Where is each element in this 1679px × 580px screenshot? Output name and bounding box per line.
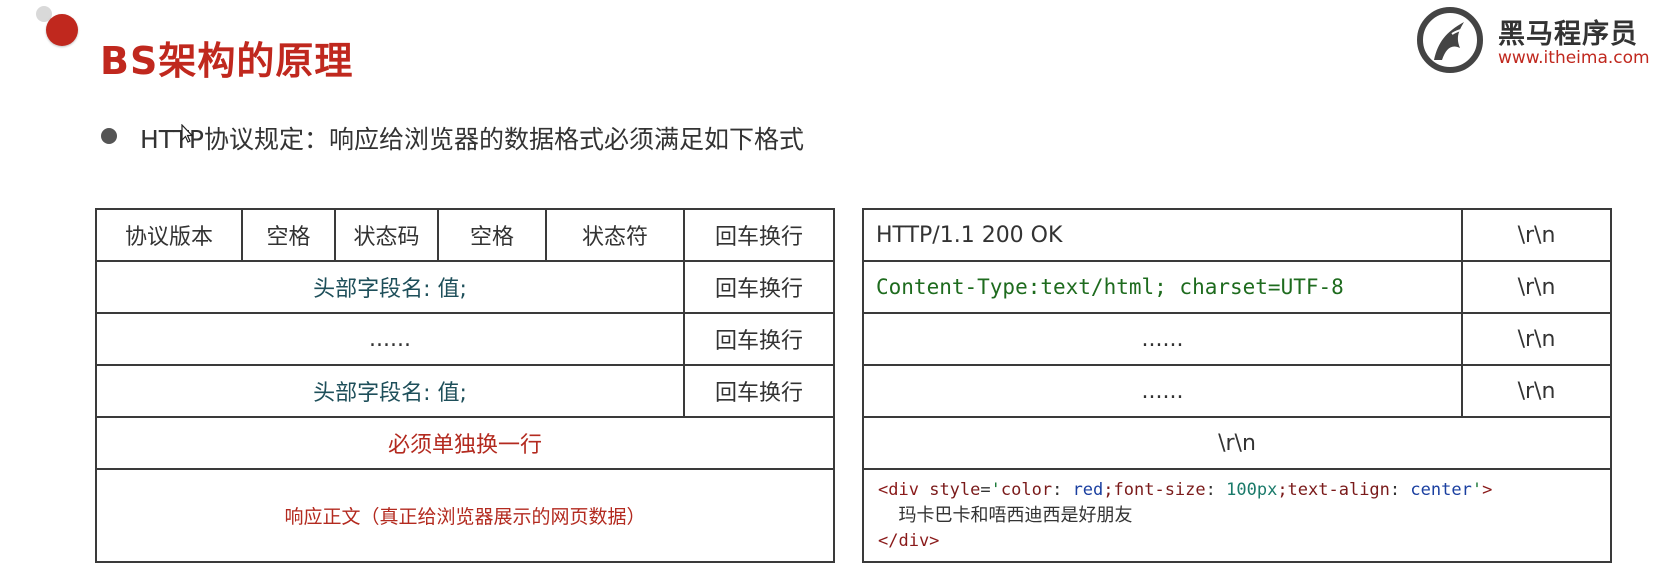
cell-content-type: Content-Type:text/html; charset=UTF-8	[876, 275, 1344, 299]
cell-crlf: \r\n	[1517, 274, 1556, 300]
brand-url: www.itheima.com	[1498, 48, 1650, 68]
code-colon: :	[1205, 480, 1227, 500]
code-prop-value: 100px	[1226, 480, 1278, 500]
cell-status-line: HTTP/1.1 200 OK	[876, 222, 1063, 248]
cell-status-code: 状态码	[353, 225, 420, 250]
cell-response-body: 响应正文（真正给浏览器展示的网页数据）	[284, 506, 646, 528]
bullet-icon	[101, 128, 117, 144]
cell-ellipsis: ......	[1141, 378, 1184, 404]
cell-crlf: 回车换行	[714, 277, 803, 302]
cell-space: 空格	[469, 225, 514, 250]
cell-header-field: 头部字段名: 值;	[313, 277, 467, 302]
cell-crlf: 回车换行	[714, 225, 803, 250]
code-quote: '	[1471, 480, 1483, 500]
code-prop-value: red	[1072, 480, 1104, 500]
brand-name: 黑马程序员	[1498, 19, 1638, 50]
code-text-content: 玛卡巴卡和唔西迪西是好朋友	[898, 505, 1133, 526]
code-tag-end: >	[1482, 480, 1493, 500]
bullet-text: HTTP协议规定：响应给浏览器的数据格式必须满足如下格式	[140, 125, 804, 154]
cell-ellipsis: ......	[369, 326, 411, 352]
cell-crlf: 回车换行	[714, 329, 803, 354]
cell-header-field: 头部字段名: 值;	[313, 381, 467, 406]
code-prop-name: ;text-align	[1277, 480, 1390, 500]
cell-crlf: \r\n	[1517, 378, 1556, 404]
horse-logo-icon	[1417, 7, 1483, 73]
cell-space: 空格	[266, 225, 311, 250]
code-snippet: <div style='color: red;font-size: 100px;…	[878, 478, 1492, 554]
brand-logo: 黑马程序员 www.itheima.com	[1412, 4, 1662, 74]
cell-protocol-version: 协议版本	[124, 225, 213, 250]
cell-blank-crlf: \r\n	[1218, 430, 1256, 456]
cell-crlf: 回车换行	[714, 381, 803, 406]
cell-crlf: \r\n	[1517, 326, 1556, 352]
code-colon: :	[1052, 480, 1073, 500]
code-eq: =	[980, 480, 991, 500]
cell-status-text: 状态符	[581, 225, 648, 250]
mouse-cursor-icon	[181, 124, 193, 143]
slide-title: BS架构的原理	[100, 39, 354, 83]
code-colon: :	[1389, 480, 1411, 500]
response-format-table: 协议版本 空格 状态码 空格 状态符 回车换行 头部字段名: 值; 回车换行 .…	[95, 208, 835, 563]
code-prop-name: color	[1000, 480, 1053, 500]
code-close-tag: </div>	[878, 531, 940, 551]
code-open-tag: <div	[878, 480, 919, 500]
code-prop-value: center	[1410, 480, 1472, 500]
response-example-table: HTTP/1.1 200 OK \r\n Content-Type:text/h…	[862, 208, 1612, 563]
cell-html-body: <div style='color: red;font-size: 100px;…	[864, 470, 1610, 561]
cell-blank-line: 必须单独换一行	[387, 433, 542, 458]
code-prop-name: ;font-size	[1103, 480, 1206, 500]
cell-crlf: \r\n	[1517, 222, 1556, 248]
cell-ellipsis: ......	[1141, 326, 1184, 352]
red-dot-icon	[46, 14, 78, 46]
code-quote: '	[990, 480, 1001, 500]
slide-decoration	[36, 6, 86, 50]
code-attr-name: style	[929, 480, 981, 500]
